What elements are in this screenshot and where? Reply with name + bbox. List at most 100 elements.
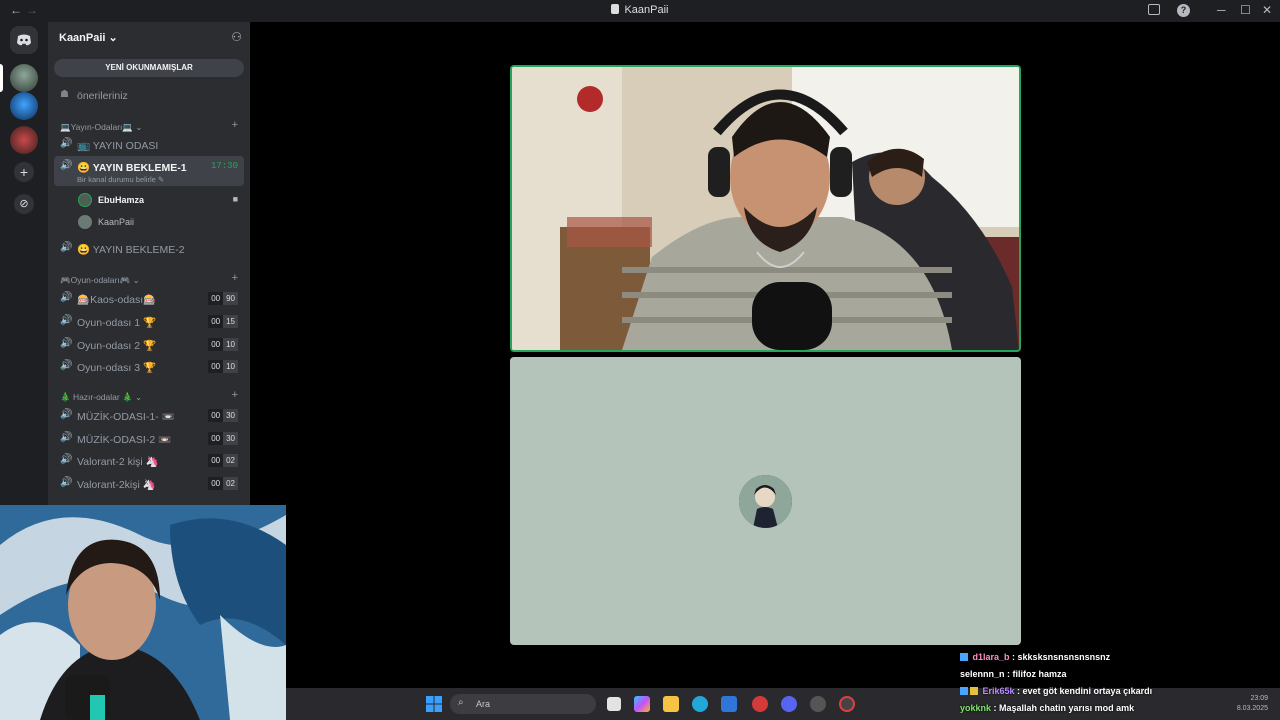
stream-chat-overlay: d1lara_b : skksksnsnsnsnsnsnz selennn_n … (960, 652, 1280, 720)
inbox-icon[interactable] (1148, 4, 1160, 15)
obs-icon[interactable] (839, 696, 855, 712)
user-count: 00 (208, 360, 224, 373)
window-title-icon (611, 4, 620, 14)
channel-oyun-odasi-3[interactable]: 🔊 Oyun-odası 3 🏆 00 10 (54, 356, 244, 378)
channel-valorant-2-kisi[interactable]: 🔊 Valorant-2 kişi 🦄 00 02 (54, 450, 244, 472)
chat-text: : filifoz hamza (1004, 669, 1067, 679)
video-tile-ebuhamza[interactable] (510, 65, 1021, 352)
user-limit-badge: 00 10 (208, 360, 238, 373)
user-count: 00 (208, 292, 224, 305)
title-bar: ← → KaanPaii ? ─ ☐ ✕ (0, 0, 1280, 22)
chevron-down-icon: ⌄ (108, 32, 118, 44)
voice-member-kaanpaii[interactable]: KaanPaii (76, 212, 242, 232)
channel-yayin-bekleme-2[interactable]: 🔊 😀 YAYIN BEKLEME-2 (54, 238, 244, 260)
user-limit: 10 (223, 338, 238, 351)
voice-member-ebuhamza[interactable]: EbuHamza ■ (76, 190, 242, 210)
opera-gx-icon[interactable] (752, 696, 768, 712)
maximize-button[interactable]: ☐ (1240, 3, 1251, 17)
user-count: 00 (208, 477, 224, 490)
chat-text: : skksksnsnsnsnsnsnz (1009, 652, 1111, 662)
channel-oyun-odasi-1[interactable]: 🔊 Oyun-odası 1 🏆 00 15 (54, 311, 244, 333)
channel-oyun-odasi-2[interactable]: 🔊 Oyun-odası 2 🏆 00 10 (54, 334, 244, 356)
steam-icon[interactable] (810, 696, 826, 712)
channel-label: Oyun-odası 2 🏆 (77, 340, 157, 352)
channel-muzik-odasi-1[interactable]: 🔊 MÜZİK-ODASI-1- 📼 00 30 (54, 405, 244, 427)
suggestions-item[interactable]: ☗ önerileriniz (54, 85, 244, 107)
guild-header[interactable]: KaanPaii ⌄ ⚇ (48, 22, 250, 54)
channel-valorant-2kisi[interactable]: 🔊 Valorant-2kişi 🦄 00 02 (54, 473, 244, 495)
user-limit-badge: 00 02 (208, 477, 238, 490)
create-channel-button[interactable]: + (232, 119, 238, 131)
new-unreads-pill[interactable]: YENİ OKUNMAMIŞLAR (54, 59, 244, 77)
server-blue-orb[interactable] (10, 92, 38, 120)
windows-logo-icon (426, 696, 442, 712)
webcam-feed-image (512, 67, 1019, 350)
streamer-webcam-image (0, 505, 286, 720)
discord-taskbar-icon[interactable] (781, 696, 797, 712)
channel-yayin-odasi[interactable]: 🔊 📺 YAYIN ODASI (54, 134, 244, 156)
user-limit-badge: 00 30 (208, 432, 238, 445)
chat-message: d1lara_b : skksksnsnsnsnsnsnz (960, 652, 1280, 669)
channel-kaos-odasi[interactable]: 🔊 🎰Kaos-odası🎰 00 90 (54, 288, 244, 310)
invite-member-icon[interactable]: ⚇ (231, 30, 242, 44)
streamer-webcam-overlay (0, 505, 286, 720)
channel-muzik-odasi-2[interactable]: 🔊 MÜZİK-ODASI-2 📼 00 30 (54, 428, 244, 450)
anime-avatar-image (739, 475, 792, 528)
channel-label: 🎰Kaos-odası🎰 (77, 294, 157, 306)
channel-label: Valorant-2kişi 🦄 (77, 479, 156, 491)
member-name: KaanPaii (98, 217, 135, 227)
avatar (78, 215, 92, 229)
user-limit: 30 (223, 432, 238, 445)
category-yayin-odalari[interactable]: 💻Yayın-Odaları💻 ⌄ (60, 122, 142, 133)
speaker-active-icon: 🔊 (60, 160, 73, 171)
close-button[interactable]: ✕ (1262, 3, 1272, 17)
camera-icon: ■ (232, 194, 238, 204)
chat-text: : Maşallah chatin yarısı mod amk (991, 703, 1135, 713)
speaker-icon: 🔊 (60, 292, 73, 303)
create-channel-button[interactable]: + (232, 389, 238, 401)
channel-yayin-bekleme-1[interactable]: 🔊 😀 YAYIN BEKLEME-1 17:30 Bir kanal duru… (54, 156, 244, 186)
speaker-icon: 🔊 (60, 360, 73, 371)
add-server-button[interactable]: + (14, 162, 34, 182)
selected-server-indicator (0, 64, 3, 92)
channel-label: MÜZİK-ODASI-2 📼 (77, 434, 172, 446)
copilot-icon[interactable] (634, 696, 650, 712)
speaker-icon: 🔊 (60, 338, 73, 349)
category-oyun-odalari[interactable]: 🎮Oyun-odaları🎮 ⌄ (60, 275, 140, 286)
speaker-icon: 🔊 (60, 477, 73, 488)
window-title-wrap: KaanPaii (0, 4, 1280, 16)
chat-message: selennn_n : filifoz hamza (960, 669, 1280, 686)
create-channel-button[interactable]: + (232, 272, 238, 284)
store-icon[interactable] (721, 696, 737, 712)
chat-username: Erik65k (982, 686, 1015, 696)
subscriber-badge-icon (960, 687, 968, 695)
user-limit-badge: 00 30 (208, 409, 238, 422)
server-kaanpaii[interactable] (10, 64, 38, 92)
explore-compass-icon[interactable]: ⊘ (14, 194, 34, 214)
suggestions-icon: ☗ (60, 89, 69, 100)
channel-label: Oyun-odası 1 🏆 (77, 317, 157, 329)
user-count: 00 (208, 454, 224, 467)
chat-text: : evet göt kendini ortaya çıkardı (1014, 686, 1153, 696)
chat-username: yokknk (960, 703, 992, 713)
server-red-avatar[interactable] (10, 126, 38, 154)
search-icon: ⌕ (458, 697, 464, 708)
help-icon[interactable]: ? (1177, 4, 1190, 17)
user-count: 00 (208, 315, 224, 328)
user-limit: 10 (223, 360, 238, 373)
video-tile-kaanpaii[interactable] (510, 357, 1021, 645)
minimize-button[interactable]: ─ (1217, 3, 1226, 17)
category-hazir-odalar[interactable]: 🎄 Hazır-odalar 🎄 ⌄ (60, 392, 142, 403)
discord-home-button[interactable] (10, 26, 38, 54)
speaker-icon: 🔊 (60, 454, 73, 465)
file-explorer-icon[interactable] (663, 696, 679, 712)
edge-browser-icon[interactable] (692, 696, 708, 712)
user-count: 00 (208, 432, 224, 445)
channel-label: Oyun-odası 3 🏆 (77, 362, 157, 374)
speaker-icon: 🔊 (60, 242, 73, 253)
chat-message: yokknk : Maşallah chatin yarısı mod amk (960, 703, 1280, 720)
windows-start-icon[interactable] (426, 696, 442, 712)
taskbar-search-box[interactable]: ⌕ Ara (450, 694, 596, 714)
task-view-icon[interactable] (607, 697, 621, 711)
set-channel-status[interactable]: Bir kanal durumu belirle ✎ (77, 175, 164, 184)
